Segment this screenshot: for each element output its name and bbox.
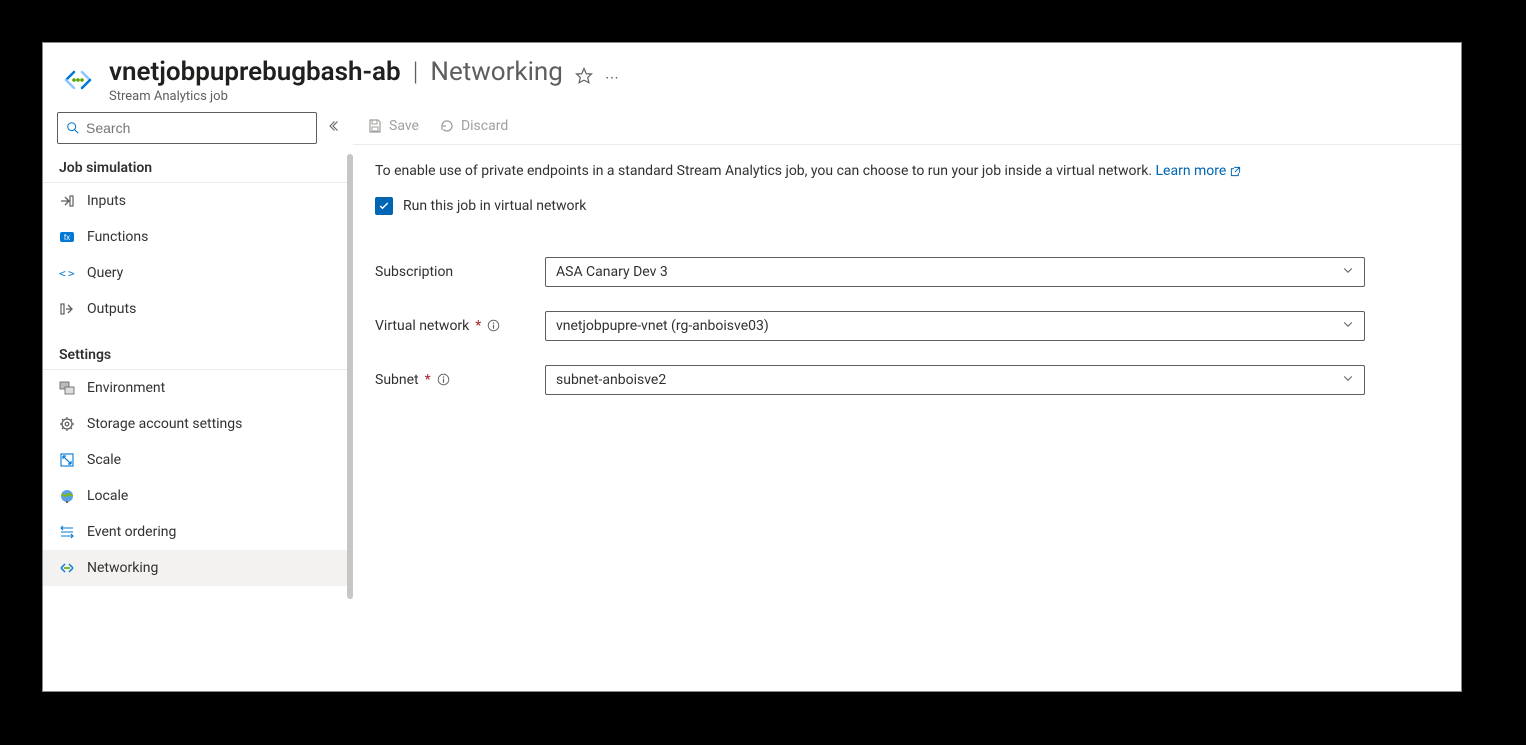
sidebar-group-settings: Settings	[43, 337, 353, 370]
window: vnetjobpuprebugbash-ab | Networking ⋯ St…	[42, 42, 1462, 692]
outputs-icon	[59, 301, 75, 317]
sidebar-item-storage[interactable]: Storage account settings	[43, 406, 353, 442]
chevron-down-icon	[1342, 318, 1354, 334]
save-icon	[367, 118, 383, 134]
sidebar-item-inputs[interactable]: Inputs	[43, 183, 353, 219]
save-label: Save	[389, 118, 419, 134]
nav-label: Functions	[87, 229, 148, 245]
subscription-value: ASA Canary Dev 3	[556, 264, 668, 280]
sidebar-item-locale[interactable]: Locale	[43, 478, 353, 514]
svg-text:>: >	[68, 267, 75, 280]
collapse-sidebar-icon[interactable]	[327, 120, 339, 136]
resource-icon	[61, 63, 95, 97]
description-text: To enable use of private endpoints in a …	[375, 161, 1355, 181]
info-icon[interactable]	[437, 373, 451, 387]
sidebar: Job simulation Inputs fx Functions <>	[43, 112, 353, 691]
gear-icon	[59, 416, 75, 432]
info-icon[interactable]	[487, 319, 501, 333]
save-button[interactable]: Save	[367, 118, 419, 134]
inputs-icon	[59, 193, 75, 209]
check-icon	[378, 200, 390, 212]
svg-text:<: <	[59, 267, 66, 280]
event-ordering-icon	[59, 524, 75, 540]
functions-icon: fx	[59, 229, 75, 245]
subnet-value: subnet-anboisve2	[556, 372, 666, 388]
subnet-dropdown[interactable]: subnet-anboisve2	[545, 365, 1365, 395]
sidebar-item-environment[interactable]: Environment	[43, 370, 353, 406]
required-asterisk: *	[425, 372, 431, 388]
scale-icon	[59, 452, 75, 468]
command-bar: Save Discard	[353, 112, 1461, 145]
description-body: To enable use of private endpoints in a …	[375, 163, 1156, 179]
nav-label: Locale	[87, 488, 128, 504]
sidebar-search[interactable]	[57, 112, 317, 144]
external-link-icon	[1230, 166, 1241, 177]
sidebar-item-outputs[interactable]: Outputs	[43, 291, 353, 327]
nav-label: Inputs	[87, 193, 126, 209]
run-in-vnet-checkbox[interactable]	[375, 197, 393, 215]
sidebar-item-query[interactable]: <> Query	[43, 255, 353, 291]
blade-title: Networking	[430, 57, 562, 87]
networking-icon	[59, 560, 75, 576]
discard-icon	[439, 118, 455, 134]
main-content: Save Discard To enable use of private en…	[353, 112, 1461, 691]
sidebar-item-event-ordering[interactable]: Event ordering	[43, 514, 353, 550]
page-header: vnetjobpuprebugbash-ab | Networking ⋯ St…	[43, 43, 1461, 112]
nav-label: Event ordering	[87, 524, 176, 540]
sidebar-item-functions[interactable]: fx Functions	[43, 219, 353, 255]
nav-label: Storage account settings	[87, 416, 242, 432]
globe-icon	[59, 488, 75, 504]
title-separator: |	[413, 57, 419, 87]
vnet-dropdown[interactable]: vnetjobpupre-vnet (rg-anboisve03)	[545, 311, 1365, 341]
vnet-value: vnetjobpupre-vnet (rg-anboisve03)	[556, 318, 769, 334]
sidebar-group-job-simulation: Job simulation	[43, 150, 353, 183]
sidebar-scrollbar[interactable]	[347, 154, 353, 599]
search-input[interactable]	[86, 120, 308, 136]
subnet-label: Subnet *	[375, 372, 535, 388]
favorite-star-icon[interactable]	[575, 67, 593, 90]
nav-label: Scale	[87, 452, 121, 468]
resource-name: vnetjobpuprebugbash-ab	[109, 57, 401, 87]
chevron-down-icon	[1342, 264, 1354, 280]
nav-label: Networking	[87, 560, 158, 576]
environment-icon	[59, 380, 75, 396]
sidebar-item-networking[interactable]: Networking	[43, 550, 353, 586]
subscription-label: Subscription	[375, 264, 535, 280]
chevron-down-icon	[1342, 372, 1354, 388]
nav-label: Environment	[87, 380, 165, 396]
more-actions-icon[interactable]: ⋯	[605, 70, 621, 86]
query-icon: <>	[59, 265, 75, 281]
discard-button[interactable]: Discard	[439, 118, 508, 134]
required-asterisk: *	[475, 318, 481, 334]
nav-label: Outputs	[87, 301, 136, 317]
sidebar-item-scale[interactable]: Scale	[43, 442, 353, 478]
subscription-dropdown[interactable]: ASA Canary Dev 3	[545, 257, 1365, 287]
nav-label: Query	[87, 265, 123, 281]
vnet-label: Virtual network *	[375, 318, 535, 334]
svg-text:fx: fx	[64, 233, 70, 242]
learn-more-link[interactable]: Learn more	[1156, 163, 1241, 179]
learn-more-label: Learn more	[1156, 163, 1227, 179]
checkbox-label: Run this job in virtual network	[403, 198, 586, 214]
search-icon	[66, 121, 80, 135]
discard-label: Discard	[461, 118, 508, 134]
resource-type: Stream Analytics job	[109, 89, 1443, 104]
